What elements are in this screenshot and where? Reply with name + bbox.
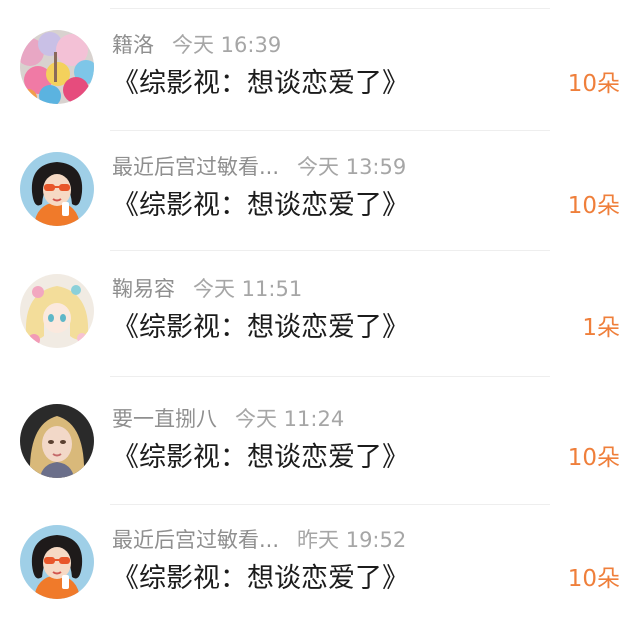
divider (110, 130, 550, 131)
divider (110, 376, 550, 377)
book-title[interactable]: 《综影视：想谈恋爱了》 (112, 186, 409, 226)
list-item[interactable]: 籍洛 今天 16:39 《综影视：想谈恋爱了》 10朵 (0, 30, 640, 150)
book-title[interactable]: 《综影视：想谈恋爱了》 (112, 308, 409, 348)
avatar[interactable] (20, 30, 94, 104)
girl-sunglasses-avatar-icon (20, 152, 94, 226)
blonde-girl-avatar-icon (20, 404, 94, 478)
username[interactable]: 鞠易容 (112, 277, 175, 301)
item-meta: 要一直捌八 今天 11:24 (112, 404, 344, 434)
book-title[interactable]: 《综影视：想谈恋爱了》 (112, 559, 409, 599)
item-meta: 鞠易容 今天 11:51 (112, 274, 302, 304)
username[interactable]: 最近后宫过敏看... (112, 155, 279, 179)
flower-count: 10朵 (567, 71, 620, 97)
flower-count: 1朵 (582, 315, 620, 341)
username[interactable]: 要一直捌八 (112, 407, 217, 431)
book-title[interactable]: 《综影视：想谈恋爱了》 (112, 438, 409, 478)
item-meta: 最近后宫过敏看... 今天 13:59 (112, 152, 406, 182)
list-item[interactable]: 最近后宫过敏看... 昨天 19:52 《综影视：想谈恋爱了》 10朵 (0, 525, 640, 629)
gift-record-list: 籍洛 今天 16:39 《综影视：想谈恋爱了》 10朵 最近后宫过敏看... 今天 … (0, 0, 640, 629)
avatar[interactable] (20, 404, 94, 478)
timestamp: 今天 13:59 (297, 155, 407, 179)
girl-sunglasses-avatar-icon (20, 525, 94, 599)
timestamp: 今天 11:24 (235, 407, 345, 431)
anime-girl-avatar-icon (20, 274, 94, 348)
balloons-avatar-icon (20, 30, 94, 104)
divider (110, 250, 550, 251)
avatar[interactable] (20, 274, 94, 348)
list-item[interactable]: 要一直捌八 今天 11:24 《综影视：想谈恋爱了》 10朵 (0, 404, 640, 524)
item-meta: 籍洛 今天 16:39 (112, 30, 281, 60)
divider (110, 504, 550, 505)
divider (110, 8, 550, 9)
timestamp: 昨天 19:52 (297, 528, 407, 552)
timestamp: 今天 16:39 (172, 33, 282, 57)
flower-count: 10朵 (567, 445, 620, 471)
book-title[interactable]: 《综影视：想谈恋爱了》 (112, 64, 409, 104)
avatar[interactable] (20, 525, 94, 599)
item-meta: 最近后宫过敏看... 昨天 19:52 (112, 525, 406, 555)
flower-count: 10朵 (567, 193, 620, 219)
username[interactable]: 籍洛 (112, 33, 154, 57)
timestamp: 今天 11:51 (193, 277, 303, 301)
username[interactable]: 最近后宫过敏看... (112, 528, 279, 552)
avatar[interactable] (20, 152, 94, 226)
flower-count: 10朵 (567, 566, 620, 592)
list-item[interactable]: 最近后宫过敏看... 今天 13:59 《综影视：想谈恋爱了》 10朵 (0, 152, 640, 272)
